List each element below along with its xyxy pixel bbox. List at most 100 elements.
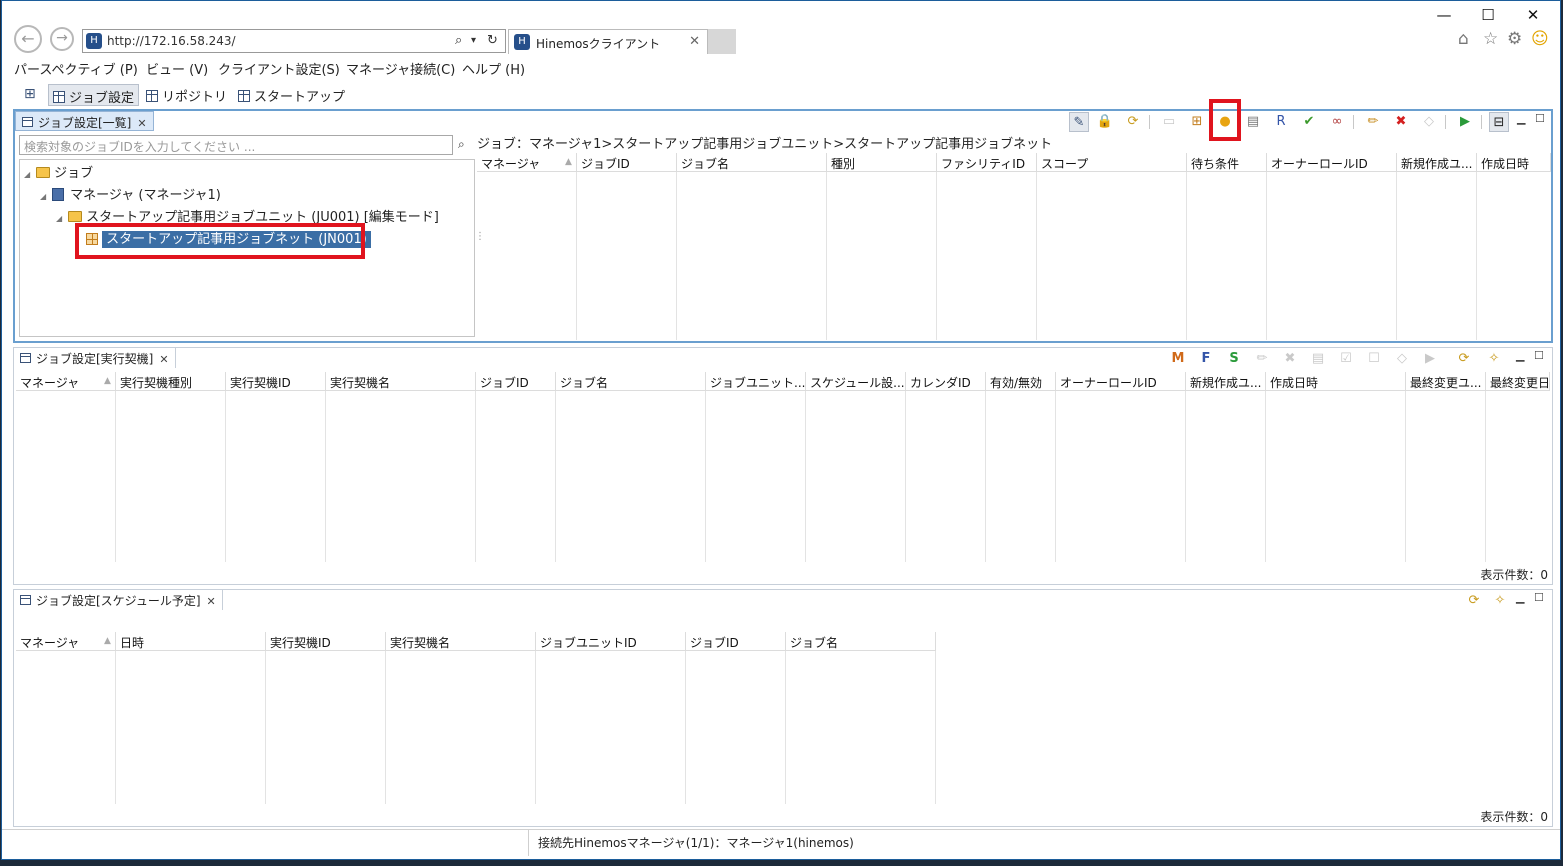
column-header[interactable]: 最終変更日	[1486, 372, 1550, 391]
perspective-startup[interactable]: スタートアップ	[234, 84, 349, 106]
column-header[interactable]: ジョブID	[577, 153, 677, 172]
column-header[interactable]: ジョブID	[686, 632, 786, 651]
clear-icon[interactable]: ◇	[1392, 349, 1412, 369]
dropdown-icon[interactable]: ▾	[471, 35, 476, 46]
create-file-transfer-job-icon[interactable]: ▤	[1243, 112, 1263, 132]
minimize-icon[interactable]: —	[1434, 6, 1454, 24]
tree-toggle-icon[interactable]: ⊟	[1489, 112, 1509, 132]
column-header[interactable]: ジョブユニット...	[706, 372, 806, 391]
delete-icon[interactable]: ✖	[1391, 112, 1411, 132]
expand-icon[interactable]: ◢	[56, 214, 62, 223]
maximize-view-icon[interactable]: ☐	[1535, 112, 1545, 125]
close-window-icon[interactable]: ✕	[1523, 6, 1543, 24]
minimize-view-icon[interactable]: ▁	[1516, 591, 1524, 604]
feedback-smiley-icon[interactable]: ☺	[1531, 29, 1549, 49]
menu-perspective[interactable]: パースペクティブ (P)	[14, 59, 138, 78]
new-tab-button[interactable]	[708, 29, 736, 54]
column-header[interactable]: 新規作成ユ...	[1397, 153, 1477, 172]
tree-node-root[interactable]: ◢ ジョブ	[24, 162, 93, 181]
browser-tab[interactable]: H Hinemosクライアント ✕	[508, 29, 708, 54]
column-header[interactable]: 日時	[116, 632, 266, 651]
search-icon[interactable]: ⌕	[458, 137, 465, 152]
column-header[interactable]: ジョブID	[476, 372, 556, 391]
column-header[interactable]: スケジュール設...	[806, 372, 906, 391]
column-header[interactable]: 作成日時	[1266, 372, 1406, 391]
tree-node-manager[interactable]: ◢ マネージャ (マネージャ1)	[40, 184, 221, 203]
column-header[interactable]: マネージャ	[16, 632, 116, 651]
expand-icon[interactable]: ◢	[24, 170, 30, 179]
column-header[interactable]: ファシリティID	[937, 153, 1037, 172]
job-search-input[interactable]: 検索対象のジョブIDを入力してください ...	[19, 135, 453, 155]
column-header[interactable]: 種別	[827, 153, 937, 172]
column-header[interactable]: ジョブ名	[677, 153, 827, 172]
enable-icon[interactable]: ☑	[1336, 349, 1356, 369]
tab-job-list[interactable]: ジョブ設定[一覧] ✕	[15, 111, 154, 131]
menu-manager-connect[interactable]: マネージャ接続(C)	[346, 59, 455, 78]
open-perspective-icon[interactable]: ⊞	[24, 86, 36, 102]
column-header[interactable]: オーナーロールID	[1267, 153, 1397, 172]
edit-mode-icon[interactable]: ✎	[1069, 112, 1089, 132]
maximize-icon[interactable]: ☐	[1478, 6, 1498, 24]
tab-job-kick[interactable]: ジョブ設定[実行契機] ✕	[14, 348, 176, 368]
column-header[interactable]: 実行契機種別	[116, 372, 226, 391]
menu-view[interactable]: ビュー (V)	[146, 59, 208, 78]
copy-icon[interactable]: ▤	[1308, 349, 1328, 369]
minimize-view-icon[interactable]: ▁	[1516, 349, 1524, 362]
delete-icon[interactable]: ✖	[1280, 349, 1300, 369]
get-lock-icon[interactable]: 🔒	[1095, 112, 1115, 132]
forward-button[interactable]: →	[50, 27, 74, 51]
create-manual-kick-icon[interactable]: M	[1168, 349, 1188, 369]
column-header[interactable]: 実行契機名	[326, 372, 476, 391]
column-header[interactable]: ジョブ名	[556, 372, 706, 391]
filter-icon[interactable]: ✧	[1490, 591, 1510, 611]
column-header[interactable]: ジョブユニットID	[536, 632, 686, 651]
tab-close-icon[interactable]: ✕	[207, 595, 216, 608]
column-header[interactable]: カレンダID	[906, 372, 986, 391]
create-reference-job-icon[interactable]: R	[1271, 112, 1291, 132]
filter-icon[interactable]: ✧	[1484, 349, 1504, 369]
modify-icon[interactable]: ✏	[1252, 349, 1272, 369]
run-icon[interactable]: ▶	[1455, 112, 1475, 132]
refresh-icon[interactable]: ⟳	[1454, 349, 1474, 369]
tab-job-schedule[interactable]: ジョブ設定[スケジュール予定] ✕	[14, 590, 223, 610]
column-header[interactable]: 最終変更ユ...	[1406, 372, 1486, 391]
refresh-icon[interactable]: ↻	[487, 33, 498, 48]
settings-gear-icon[interactable]: ⚙	[1507, 29, 1522, 49]
column-header[interactable]: マネージャ	[477, 153, 577, 172]
disable-icon[interactable]: ☐	[1364, 349, 1384, 369]
column-header[interactable]: ジョブ名	[786, 632, 936, 651]
tab-close-icon[interactable]: ✕	[689, 34, 700, 49]
column-header[interactable]: 実行契機ID	[266, 632, 386, 651]
back-button[interactable]: ←	[14, 25, 42, 53]
create-jobnet-icon[interactable]: ⊞	[1187, 112, 1207, 132]
search-icon[interactable]: ⌕	[455, 33, 462, 48]
column-header[interactable]: 待ち条件	[1187, 153, 1267, 172]
minimize-view-icon[interactable]: ▁	[1517, 112, 1525, 125]
column-header[interactable]: 実行契機ID	[226, 372, 326, 391]
expand-icon[interactable]: ◢	[40, 192, 46, 201]
refresh-icon[interactable]: ⟳	[1464, 591, 1484, 611]
address-bar[interactable]: H http://172.16.58.243/ ⌕ ▾ ↻	[82, 29, 506, 53]
clear-icon[interactable]: ◇	[1419, 112, 1439, 132]
create-monitor-job-icon[interactable]: ∞	[1327, 112, 1347, 132]
create-file-kick-icon[interactable]: F	[1196, 349, 1216, 369]
column-header[interactable]: オーナーロールID	[1056, 372, 1186, 391]
modify-icon[interactable]: ✏	[1363, 112, 1383, 132]
column-header[interactable]: 作成日時	[1477, 153, 1551, 172]
maximize-view-icon[interactable]: ☐	[1534, 591, 1544, 604]
run-icon[interactable]: ▶	[1420, 349, 1440, 369]
create-schedule-kick-icon[interactable]: S	[1224, 349, 1244, 369]
column-header[interactable]: スコープ	[1037, 153, 1187, 172]
refresh-icon[interactable]: ⟳	[1123, 112, 1143, 132]
perspective-job-settings[interactable]: ジョブ設定	[48, 84, 140, 106]
menu-client-settings[interactable]: クライアント設定(S)	[218, 59, 340, 78]
favorites-star-icon[interactable]: ☆	[1483, 29, 1498, 49]
tab-close-icon[interactable]: ✕	[137, 117, 146, 130]
column-header[interactable]: マネージャ	[16, 372, 116, 391]
column-header[interactable]: 実行契機名	[386, 632, 536, 651]
home-icon[interactable]: ⌂	[1458, 29, 1469, 49]
perspective-repository[interactable]: リポジトリ	[142, 84, 231, 106]
create-jobunit-icon[interactable]: ▭	[1159, 112, 1179, 132]
tab-close-icon[interactable]: ✕	[159, 353, 168, 366]
create-approval-job-icon[interactable]: ✔	[1299, 112, 1319, 132]
